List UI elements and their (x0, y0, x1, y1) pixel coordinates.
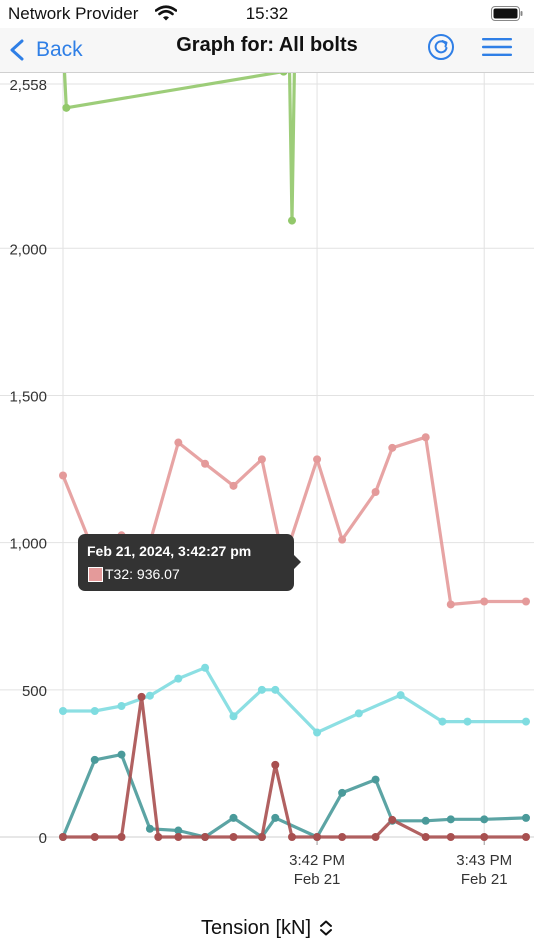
data-point[interactable] (338, 535, 347, 544)
data-point[interactable] (338, 788, 347, 797)
data-point[interactable] (522, 833, 530, 841)
data-point[interactable] (137, 692, 146, 701)
tooltip-value: T32: 936.07 (105, 566, 180, 582)
data-point[interactable] (313, 455, 322, 464)
data-point[interactable] (480, 597, 489, 606)
back-button[interactable]: Back (8, 28, 83, 72)
data-point[interactable] (313, 833, 322, 841)
data-point[interactable] (371, 775, 380, 784)
chevron-left-icon (10, 39, 24, 61)
data-point[interactable] (463, 717, 472, 726)
data-point[interactable] (279, 73, 288, 76)
data-point[interactable] (62, 103, 71, 112)
data-point-tooltip: Feb 21, 2024, 3:42:27 pm T32: 936.07 (78, 534, 301, 591)
series-line-2 (63, 666, 526, 735)
data-point[interactable] (229, 813, 238, 822)
y-tick-label: 2,558 (9, 77, 47, 94)
data-point[interactable] (174, 833, 183, 841)
data-point[interactable] (271, 685, 280, 694)
series-line-4 (63, 695, 526, 839)
tooltip-title: Feb 21, 2024, 3:42:27 pm (87, 543, 252, 559)
series-line-0 (62, 73, 296, 223)
data-point[interactable] (117, 833, 126, 841)
y-tick-label: 2,000 (9, 241, 47, 258)
data-point[interactable] (145, 824, 154, 833)
y-tick-label: 500 (22, 683, 47, 700)
data-point[interactable] (117, 702, 126, 711)
data-point[interactable] (388, 443, 397, 452)
data-point[interactable] (338, 833, 347, 841)
data-point[interactable] (438, 717, 447, 726)
y-tick-label: 0 (39, 830, 47, 847)
data-point[interactable] (90, 833, 99, 841)
data-point[interactable] (522, 717, 530, 726)
data-point[interactable] (257, 455, 266, 464)
y-tick-label: 1,000 (9, 536, 47, 553)
status-bar: Network Provider 15:32 (0, 0, 534, 28)
data-point[interactable] (371, 487, 380, 496)
data-point[interactable] (421, 433, 430, 442)
data-point[interactable] (271, 813, 280, 822)
data-point[interactable] (117, 750, 126, 759)
data-point[interactable] (154, 833, 163, 841)
data-point[interactable] (59, 707, 67, 716)
data-point[interactable] (371, 833, 380, 841)
data-point[interactable] (396, 691, 405, 700)
data-point[interactable] (201, 459, 210, 468)
data-point[interactable] (287, 216, 296, 225)
data-point[interactable] (388, 815, 397, 824)
back-label: Back (36, 38, 83, 61)
tooltip-pointer (294, 555, 301, 569)
data-point[interactable] (446, 600, 455, 609)
data-point[interactable] (271, 760, 280, 769)
data-point[interactable] (421, 816, 430, 825)
metric-label: Tension [kN] (200, 917, 312, 939)
x-tick-label: 3:43 PM (456, 852, 512, 869)
data-point[interactable] (59, 833, 67, 841)
data-point[interactable] (446, 815, 455, 824)
data-point[interactable] (145, 691, 154, 700)
data-point[interactable] (446, 833, 455, 841)
metric-selector[interactable]: Tension [kN] (0, 917, 534, 940)
x-tick-label: Feb 21 (461, 871, 508, 888)
clock: 15:32 (245, 4, 289, 23)
data-point[interactable] (174, 674, 183, 683)
y-tick-label: 1,500 (9, 388, 47, 405)
data-point[interactable] (90, 755, 99, 764)
series-color-swatch (88, 567, 103, 582)
battery-icon (491, 6, 523, 21)
data-point[interactable] (257, 833, 266, 841)
data-point[interactable] (90, 707, 99, 716)
data-point[interactable] (480, 833, 489, 841)
up-down-chevron-icon (320, 920, 333, 936)
data-point[interactable] (354, 709, 363, 718)
data-point[interactable] (480, 815, 489, 824)
data-point[interactable] (229, 833, 238, 841)
data-point[interactable] (229, 712, 238, 721)
hamburger-menu-icon[interactable] (481, 35, 513, 59)
data-point[interactable] (201, 833, 210, 841)
x-tick-label: 3:42 PM (289, 852, 345, 869)
data-point[interactable] (522, 813, 530, 822)
data-point[interactable] (287, 833, 296, 841)
tension-line-chart[interactable]: 0 500 1,000 1,500 2,000 2,558 3:42 PM Feb 21 3:… (0, 73, 534, 893)
data-point[interactable] (229, 481, 238, 490)
x-tick-label: Feb 21 (294, 871, 341, 888)
data-point[interactable] (59, 471, 67, 480)
data-point[interactable] (421, 833, 430, 841)
data-point[interactable] (174, 438, 183, 447)
navigation-bar: Back Graph for: All bolts (0, 28, 534, 73)
data-point[interactable] (257, 685, 266, 694)
refresh-icon[interactable] (427, 33, 455, 61)
data-point[interactable] (313, 728, 322, 737)
data-point[interactable] (522, 597, 530, 606)
data-point[interactable] (201, 663, 210, 672)
